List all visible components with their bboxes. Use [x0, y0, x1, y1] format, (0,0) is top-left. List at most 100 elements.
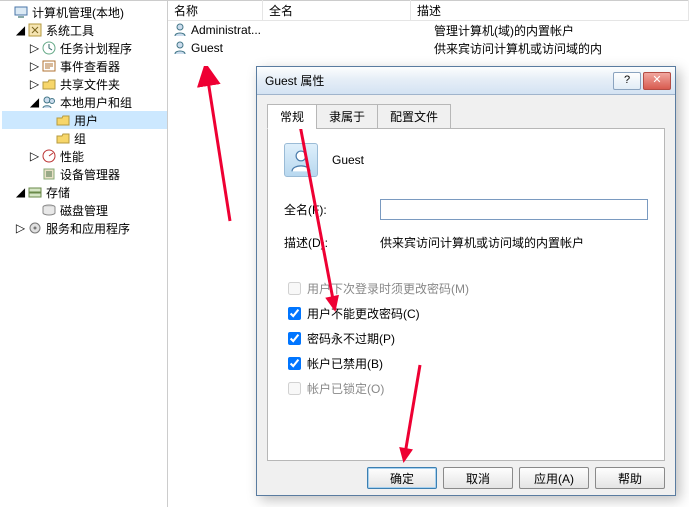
description-row: 描述(D): 供来宾访问计算机或访问域的内置帐户 [284, 234, 648, 251]
storage-icon [27, 184, 43, 200]
clock-icon [41, 40, 57, 56]
tree-label: 组 [74, 130, 86, 147]
tree-eventviewer[interactable]: ▷ 事件查看器 [2, 57, 167, 75]
disk-icon [41, 202, 57, 218]
chk-label: 用户下次登录时须更改密码(M) [307, 280, 469, 297]
expand-icon: ▷ [30, 44, 39, 53]
tree-label: 事件查看器 [60, 58, 120, 75]
users-icon [41, 94, 57, 110]
cancel-button[interactable]: 取消 [443, 467, 513, 489]
list-item[interactable]: Administrat... 管理计算机(域)的内置帐户 [168, 21, 689, 39]
chk-neverexpire[interactable]: 密码永不过期(P) [284, 329, 648, 348]
dialog-title: Guest 属性 [265, 72, 611, 89]
user-header: Guest [284, 143, 648, 177]
dialog-buttons: 确定 取消 应用(A) 帮助 [267, 461, 665, 489]
tree-root[interactable]: 计算机管理(本地) [2, 3, 167, 21]
expand-icon: ▷ [30, 152, 39, 161]
col-name[interactable]: 名称 [168, 0, 263, 21]
list-item[interactable]: Guest 供来宾访问计算机或访问域的内 [168, 39, 689, 57]
user-icon [172, 22, 188, 38]
tree-label: 本地用户和组 [60, 94, 132, 111]
chk-locked: 帐户已锁定(O) [284, 379, 648, 398]
cell-name: Guest [191, 41, 286, 55]
twisty-icon [44, 134, 53, 143]
cell-name: Administrat... [191, 23, 286, 37]
properties-dialog: Guest 属性 ? ✕ 常规 隶属于 配置文件 Guest 全名(F): 描述… [256, 66, 676, 496]
tree-diskmgmt[interactable]: 磁盘管理 [2, 201, 167, 219]
user-icon [172, 40, 188, 56]
chk-label: 密码永不过期(P) [307, 330, 395, 347]
col-full[interactable]: 全名 [263, 0, 411, 21]
perf-icon [41, 148, 57, 164]
tree-users[interactable]: 用户 [2, 111, 167, 129]
description-value: 供来宾访问计算机或访问域的内置帐户 [380, 234, 648, 251]
services-icon [27, 220, 43, 236]
tab-panel-general: Guest 全名(F): 描述(D): 供来宾访问计算机或访问域的内置帐户 用户… [267, 128, 665, 461]
tools-icon [27, 22, 43, 38]
tree-label: 任务计划程序 [60, 40, 132, 57]
tree-label: 用户 [74, 112, 98, 129]
chk-label: 帐户已锁定(O) [307, 380, 384, 397]
chk-disabled[interactable]: 帐户已禁用(B) [284, 354, 648, 373]
tab-memberof[interactable]: 隶属于 [316, 104, 378, 129]
folder-icon [55, 130, 71, 146]
fullname-input[interactable] [380, 199, 648, 220]
tree-label: 共享文件夹 [60, 76, 120, 93]
dialog-body: 常规 隶属于 配置文件 Guest 全名(F): 描述(D): 供来宾访问计算机… [257, 95, 675, 495]
folder-icon [55, 112, 71, 128]
col-desc[interactable]: 描述 [411, 0, 689, 21]
chk-label: 帐户已禁用(B) [307, 355, 383, 372]
chk-cannotchange-box[interactable] [288, 307, 301, 320]
nav-tree[interactable]: 计算机管理(本地) ◢ 系统工具 ▷ 任务计划程序 ▷ 事件查看器 ▷ 共享文件… [0, 1, 168, 507]
close-button[interactable]: ✕ [643, 72, 671, 90]
tree-groups[interactable]: 组 [2, 129, 167, 147]
event-icon [41, 58, 57, 74]
cell-desc: 供来宾访问计算机或访问域的内 [434, 40, 689, 57]
expand-icon: ▷ [16, 224, 25, 233]
help-button-bottom[interactable]: 帮助 [595, 467, 665, 489]
chk-mustchange-box [288, 282, 301, 295]
help-button[interactable]: ? [613, 72, 641, 90]
tree-label: 系统工具 [46, 22, 94, 39]
description-label: 描述(D): [284, 234, 380, 251]
dialog-titlebar[interactable]: Guest 属性 ? ✕ [257, 67, 675, 95]
tree-localusers[interactable]: ◢ 本地用户和组 [2, 93, 167, 111]
list-header[interactable]: 名称 全名 描述 [168, 1, 689, 21]
tree-label: 存储 [46, 184, 70, 201]
tree-servicesapps[interactable]: ▷ 服务和应用程序 [2, 219, 167, 237]
tree-label: 性能 [60, 148, 84, 165]
tab-strip: 常规 隶属于 配置文件 [267, 104, 665, 129]
user-avatar-icon [284, 143, 318, 177]
tree-devmgr[interactable]: 设备管理器 [2, 165, 167, 183]
tree-label: 设备管理器 [60, 166, 120, 183]
collapse-icon: ◢ [16, 188, 25, 197]
tree-systools[interactable]: ◢ 系统工具 [2, 21, 167, 39]
share-icon [41, 76, 57, 92]
computer-icon [13, 4, 29, 20]
ok-button[interactable]: 确定 [367, 467, 437, 489]
expand-icon: ▷ [30, 80, 39, 89]
cell-desc: 管理计算机(域)的内置帐户 [434, 22, 689, 39]
tree-label: 服务和应用程序 [46, 220, 130, 237]
chk-cannotchange[interactable]: 用户不能更改密码(C) [284, 304, 648, 323]
twisty-icon [30, 170, 39, 179]
collapse-icon: ◢ [16, 26, 25, 35]
fullname-row: 全名(F): [284, 199, 648, 220]
tree-sharedfolders[interactable]: ▷ 共享文件夹 [2, 75, 167, 93]
chk-disabled-box[interactable] [288, 357, 301, 370]
tree-tasksched[interactable]: ▷ 任务计划程序 [2, 39, 167, 57]
username-label: Guest [332, 153, 364, 167]
twisty-icon [2, 8, 11, 17]
tab-general[interactable]: 常规 [267, 104, 317, 129]
tree-storage[interactable]: ◢ 存储 [2, 183, 167, 201]
tree-perf[interactable]: ▷ 性能 [2, 147, 167, 165]
device-icon [41, 166, 57, 182]
chk-locked-box [288, 382, 301, 395]
apply-button[interactable]: 应用(A) [519, 467, 589, 489]
collapse-icon: ◢ [30, 98, 39, 107]
chk-neverexpire-box[interactable] [288, 332, 301, 345]
tree-label: 磁盘管理 [60, 202, 108, 219]
twisty-icon [44, 116, 53, 125]
tab-profile[interactable]: 配置文件 [377, 104, 451, 129]
chk-mustchange: 用户下次登录时须更改密码(M) [284, 279, 648, 298]
